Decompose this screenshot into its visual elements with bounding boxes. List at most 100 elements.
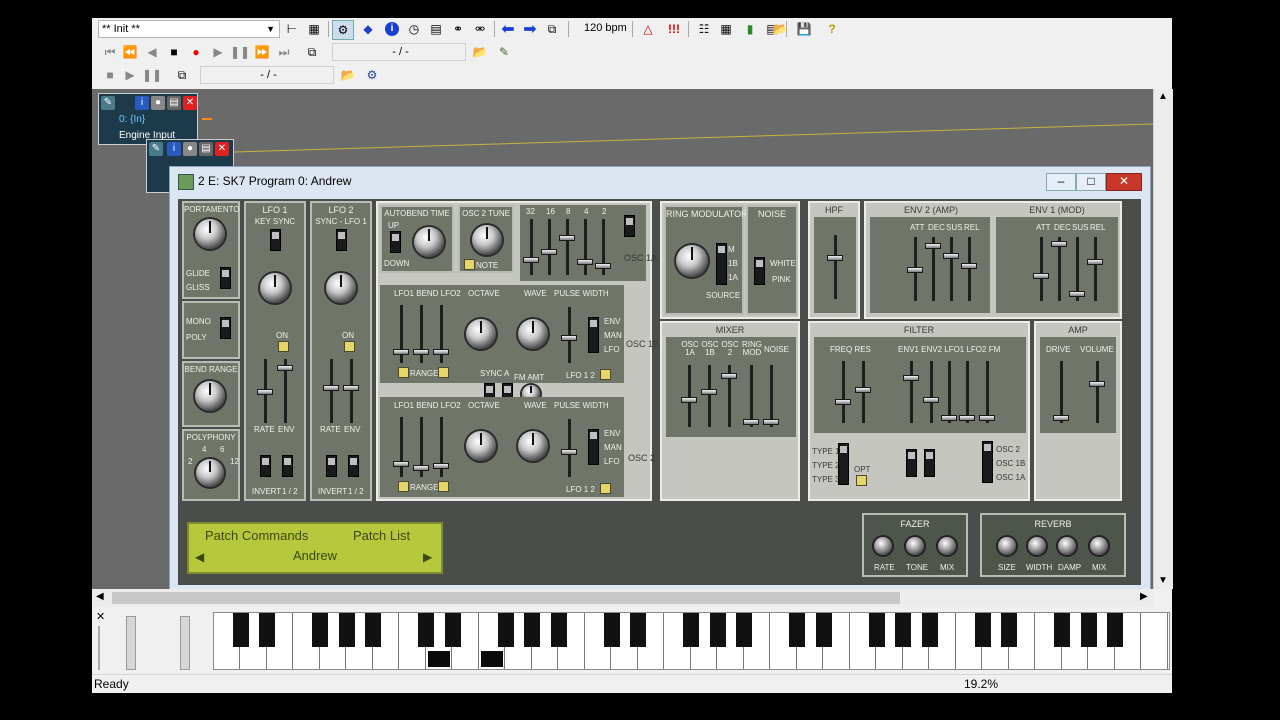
env2-att-fader[interactable]	[907, 237, 923, 301]
filter-type-switch[interactable]	[838, 443, 849, 485]
filter-fm-fader[interactable]	[979, 361, 995, 423]
close-icon[interactable]: ✕	[183, 96, 197, 110]
piano-keyboard[interactable]	[213, 612, 1170, 670]
osc1b-wave-knob[interactable]	[518, 319, 548, 349]
osc1b-octave-knob[interactable]	[466, 319, 496, 349]
play-icon[interactable]: ▶	[208, 43, 228, 61]
sync-lfo1-switch[interactable]	[336, 229, 347, 251]
loop-icon[interactable]: ⧉	[302, 43, 322, 61]
osc1b-lfo-led[interactable]	[600, 369, 611, 380]
panel-icon[interactable]: ▤	[199, 142, 213, 156]
close-icon[interactable]: ✕	[215, 142, 229, 156]
pitch-wheel[interactable]	[126, 616, 136, 670]
stop-icon[interactable]: ■	[100, 66, 120, 84]
osc2-range-led[interactable]	[398, 481, 409, 492]
lfo2-env-fader[interactable]	[343, 359, 359, 423]
edit-icon[interactable]: ✎	[494, 43, 514, 61]
filter-res-fader[interactable]	[855, 361, 871, 423]
black-key[interactable]	[365, 613, 381, 647]
gear-icon[interactable]: ⚙	[332, 20, 354, 40]
scroll-right-icon[interactable]: ▶	[1140, 591, 1148, 602]
open-folder-icon[interactable]: 📂	[770, 20, 790, 38]
info-icon[interactable]: i	[385, 22, 399, 36]
mixer-ring-fader[interactable]	[743, 365, 759, 427]
black-key[interactable]	[1107, 613, 1123, 647]
align-icon[interactable]: ⊢	[282, 20, 302, 38]
fazer-rate-knob[interactable]	[874, 537, 892, 555]
lfo2-wave-knob[interactable]	[326, 273, 356, 303]
glide-switch[interactable]	[220, 267, 231, 289]
lfo2-rate-fader[interactable]	[323, 359, 339, 423]
chevron-down-icon[interactable]: ▼	[266, 21, 275, 37]
metronome-icon[interactable]: △	[638, 20, 658, 38]
vertical-scrollbar[interactable]: ▲ ▼	[1153, 89, 1173, 589]
panel-icon[interactable]: ▤	[167, 96, 181, 110]
lfo1-env-fader[interactable]	[277, 359, 293, 423]
footage-fader-32[interactable]	[523, 219, 539, 275]
black-key[interactable]	[259, 613, 275, 647]
footage-switch[interactable]	[624, 215, 635, 237]
engine-input-node[interactable]: ✎ i ● ▤ ✕ 0: {In} Engine Input	[98, 93, 198, 145]
portamento-knob[interactable]	[195, 219, 225, 249]
arrow-right-icon[interactable]: ➡	[520, 20, 540, 38]
pause-icon[interactable]: ❚❚	[230, 43, 250, 61]
horizontal-scrollbar[interactable]: ◀ ▶	[92, 589, 1153, 607]
footage-fader-2[interactable]	[595, 219, 611, 275]
lfo2-invert-switch[interactable]	[326, 455, 337, 477]
osc1b-pw-fader[interactable]	[561, 307, 577, 363]
mod-wheel[interactable]	[180, 616, 190, 670]
filter-mod-switch-2[interactable]	[924, 449, 935, 477]
loop-icon[interactable]: ⧉	[172, 66, 192, 84]
filter-env2-fader[interactable]	[923, 361, 939, 423]
env1-sus-fader[interactable]	[1069, 237, 1085, 301]
save-icon[interactable]: 💾	[794, 20, 814, 38]
reverb-size-knob[interactable]	[998, 537, 1016, 555]
open-folder-icon[interactable]: 📂	[338, 66, 358, 84]
black-key[interactable]	[550, 613, 567, 647]
env1-att-fader[interactable]	[1033, 237, 1049, 301]
key-sync-switch[interactable]	[270, 229, 281, 251]
scroll-left-icon[interactable]: ◀	[96, 591, 104, 602]
panic-icon[interactable]: !!!	[664, 20, 684, 38]
black-key[interactable]	[709, 613, 726, 647]
black-key[interactable]	[974, 613, 991, 647]
filter-osc-switch[interactable]	[982, 441, 993, 483]
black-key[interactable]	[1001, 613, 1017, 647]
lfo1-invert-switch[interactable]	[260, 455, 271, 477]
gear-icon[interactable]: ⚙	[362, 66, 382, 84]
black-key[interactable]	[895, 613, 911, 647]
record-icon[interactable]: ●	[186, 43, 206, 61]
forward-end-icon[interactable]: ⏭	[274, 43, 294, 61]
black-key[interactable]	[1080, 613, 1097, 647]
osc2-lfo1-fader[interactable]	[393, 417, 409, 477]
black-key[interactable]	[312, 613, 328, 647]
module-icon[interactable]: ▤	[426, 20, 446, 38]
black-key[interactable]	[232, 613, 249, 647]
footage-fader-16[interactable]	[541, 219, 557, 275]
black-key[interactable]	[497, 613, 514, 647]
black-key[interactable]	[683, 613, 699, 647]
black-key[interactable]	[444, 613, 461, 647]
diamond-icon[interactable]: ◆	[358, 20, 378, 38]
note-led[interactable]	[464, 259, 475, 270]
link-icon[interactable]: ⚭	[448, 20, 468, 38]
tempo-display[interactable]: 120 bpm	[584, 22, 627, 34]
amp-drive-fader[interactable]	[1053, 361, 1069, 423]
bend-range-knob[interactable]	[195, 381, 225, 411]
preset-select[interactable]: ** Init ** ▼	[98, 20, 280, 38]
mixer-osc2-fader[interactable]	[721, 365, 737, 427]
noise-type-switch[interactable]	[754, 257, 765, 285]
osc1b-range-led-2[interactable]	[438, 367, 449, 378]
white-key[interactable]	[1141, 613, 1168, 669]
rewind-icon[interactable]: ⏪	[120, 43, 140, 61]
lfo1-on-led[interactable]	[278, 341, 289, 352]
filter-opt-led[interactable]	[856, 475, 867, 486]
env2-sus-fader[interactable]	[943, 237, 959, 301]
mixer-osc1b-fader[interactable]	[701, 365, 717, 427]
patch-next-icon[interactable]: ▶	[423, 550, 432, 564]
osc2-wave-knob[interactable]	[518, 431, 548, 461]
osc1b-pw-source-switch[interactable]	[588, 317, 599, 353]
position-field-2[interactable]: - / -	[200, 66, 334, 84]
footage-fader-4[interactable]	[577, 219, 593, 275]
position-field[interactable]: - / -	[332, 43, 466, 61]
